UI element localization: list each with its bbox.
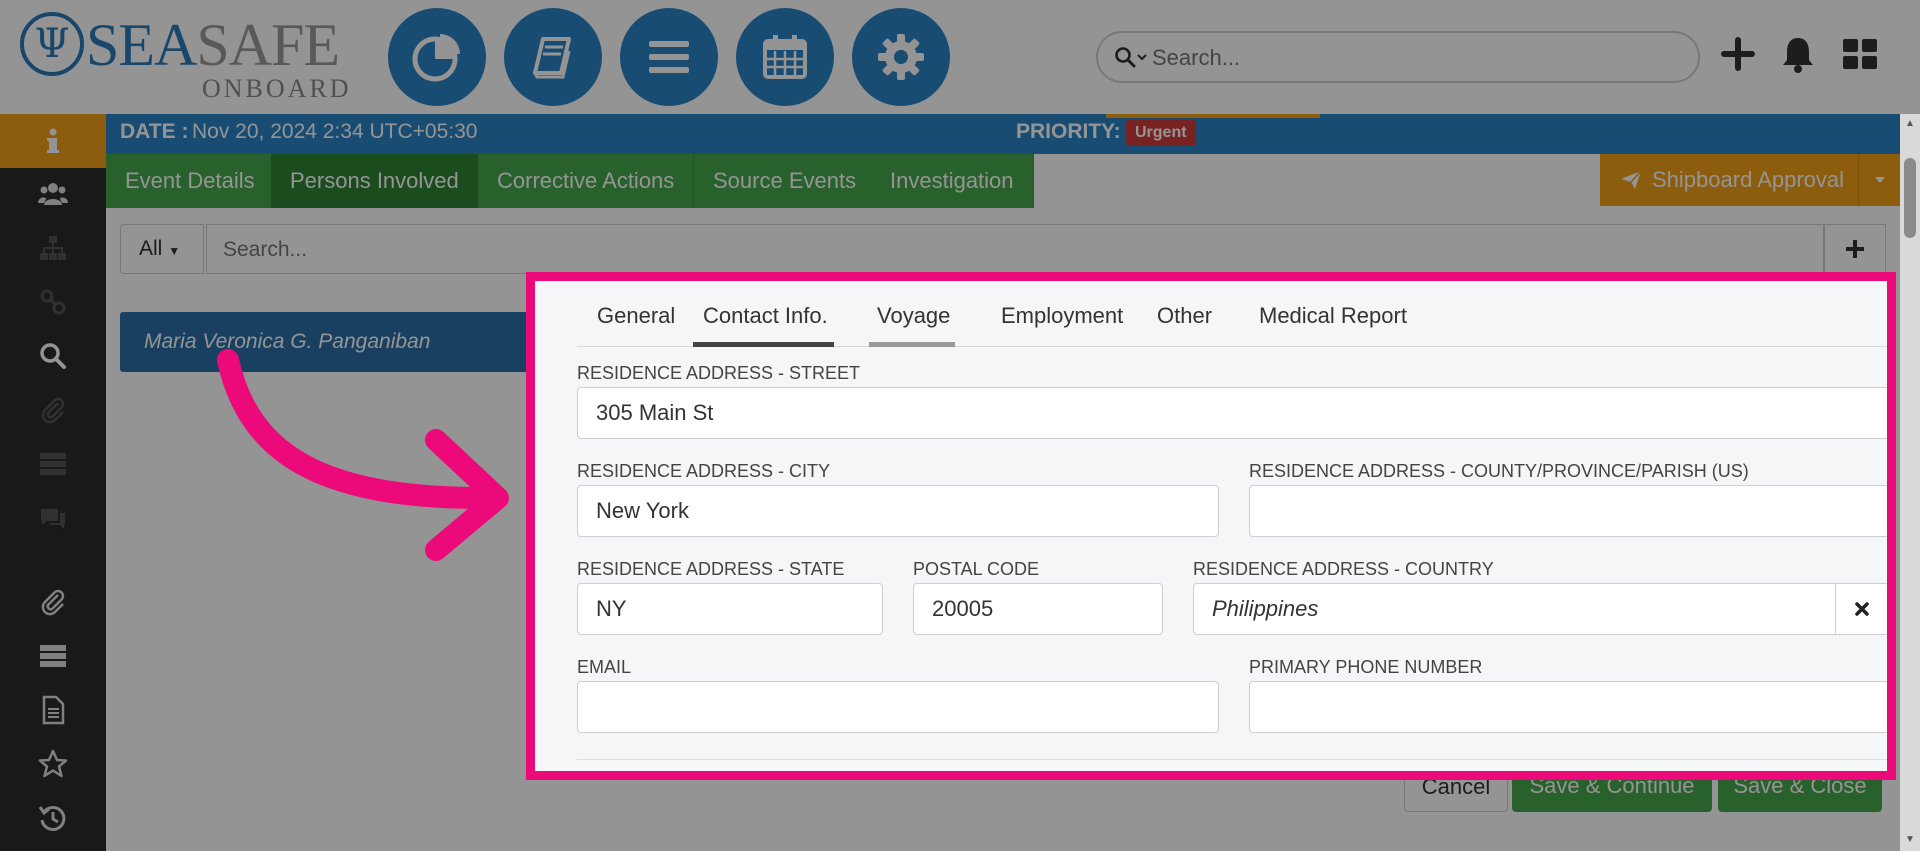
page-scrollbar[interactable]: ▲ ▼ [1900,114,1920,851]
country-select[interactable] [1193,583,1837,635]
hover-tab-underline [869,342,955,347]
state-label: RESIDENCE ADDRESS - STATE [577,559,845,579]
tab-other[interactable]: Other [1157,303,1212,329]
phone-field[interactable] [1249,681,1887,733]
annotation-arrow-icon [217,349,509,561]
tab-contact-info[interactable]: Contact Info. [703,303,828,329]
scroll-thumb[interactable] [1904,158,1916,238]
clear-country-button[interactable] [1835,583,1887,635]
contact-info-panel: General Contact Info. Voyage Employment … [526,272,1896,780]
panel-divider [577,759,1887,760]
close-icon [1855,602,1869,616]
person-detail-tabs: General Contact Info. Voyage Employment … [577,285,1887,347]
county-label: RESIDENCE ADDRESS - COUNTY/PROVINCE/PARI… [1249,461,1749,481]
city-label: RESIDENCE ADDRESS - CITY [577,461,831,481]
street-input[interactable] [577,387,1887,439]
tab-medical-report[interactable]: Medical Report [1259,303,1407,329]
phone-label: PRIMARY PHONE NUMBER [1249,657,1483,677]
city-input[interactable] [577,485,1219,537]
tab-employment[interactable]: Employment [1001,303,1123,329]
scroll-up-arrow[interactable]: ▲ [1904,118,1916,130]
email-field[interactable] [577,681,1219,733]
email-label: EMAIL [577,657,632,677]
tab-voyage[interactable]: Voyage [877,303,950,329]
tab-general[interactable]: General [597,303,675,329]
state-input[interactable] [577,583,883,635]
postal-code-input[interactable] [913,583,1163,635]
scroll-down-arrow[interactable]: ▼ [1904,834,1916,846]
county-input[interactable] [1249,485,1887,537]
postal-code-label: POSTAL CODE [913,559,1040,579]
active-tab-underline [693,342,834,347]
street-label: RESIDENCE ADDRESS - STREET [577,363,861,383]
country-label: RESIDENCE ADDRESS - COUNTRY [1193,559,1494,579]
